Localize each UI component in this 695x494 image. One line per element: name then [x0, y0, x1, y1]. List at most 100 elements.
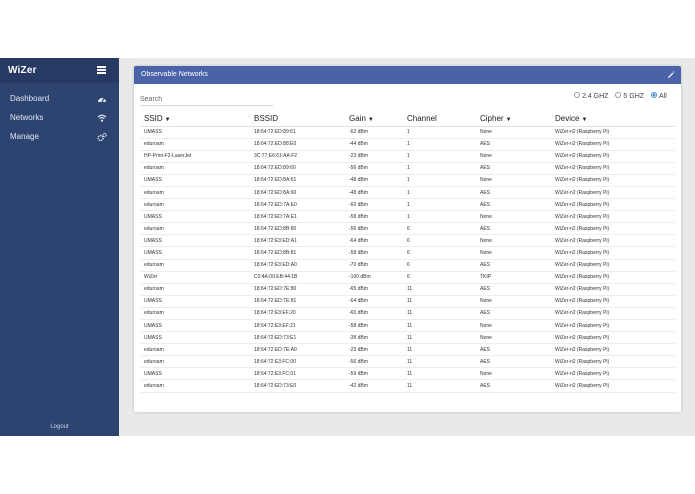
table-row[interactable]: eduroam 18:64:72:ED:88:E0 -44 dBm 1 AES WiZer… — [140, 138, 675, 151]
table-row[interactable]: eduroam 18:64:72:ED:73:E0 -42 dBm 11 AES WiZe… — [140, 379, 675, 393]
cipher-cell: None — [476, 210, 551, 224]
cipher-cell: AES — [476, 259, 551, 272]
table-row[interactable]: eduroam 18:64:72:ED:7E:A0 -23 dBm 11 AES WiZe… — [140, 343, 675, 357]
cipher-cell: None — [476, 234, 551, 248]
table-row[interactable]: eduroam 18:64:72:E3:FC:00 -56 dBm 11 AES WiZe… — [140, 355, 675, 369]
channel-cell: 1 — [403, 150, 476, 163]
table-row[interactable]: eduroam 18:64:72:E3:ED:A0 -70 dBm 6 AES WiZer… — [140, 259, 675, 272]
table-row[interactable]: UMASS 18:64:72:E3:EF:21 -58 dBm 11 None WiZer… — [140, 319, 675, 333]
radio-button[interactable] — [650, 92, 657, 99]
radio-button[interactable] — [615, 92, 622, 99]
gain-cell: -23 dBm — [345, 150, 403, 163]
gain-cell: -65 dBm — [345, 283, 403, 296]
ssid-cell: eduroam — [140, 283, 250, 296]
ssid-cell: UMASS — [140, 126, 250, 139]
table-row[interactable]: UMASS 18:64:72:ED:7A:E1 -58 dBm 1 None WiZer-… — [140, 210, 675, 224]
table-row[interactable]: eduroam 18:64:72:ED:8B:80 -56 dBm 6 AES WiZer… — [140, 222, 675, 236]
column-header-gain[interactable]: Gain ▼ — [345, 111, 403, 127]
sort-down-icon[interactable]: ▼ — [368, 117, 374, 123]
cipher-cell: AES — [476, 138, 551, 151]
channel-cell: 1 — [403, 198, 476, 212]
logout-link[interactable]: Logout — [0, 424, 119, 430]
sidebar-item-label: Networks — [10, 113, 44, 122]
ssid-cell: UMASS — [140, 319, 250, 333]
table-row[interactable]: HP-Print-F2-LaserJet 3C:77:E6:61:AA:F2 -23… — [140, 150, 675, 163]
bssid-cell: 18:64:72:E3:FC:01 — [250, 367, 345, 381]
cipher-cell: AES — [476, 307, 551, 321]
gain-cell: -56 dBm — [345, 162, 403, 175]
band-filter: 2.4 GHZ 5 GHZ All — [574, 92, 672, 103]
device-cell: WiZer-n2 (Raspberry Pi) — [551, 210, 675, 224]
sort-down-icon[interactable]: ▼ — [506, 117, 512, 123]
table-row[interactable]: UMASS 18:64:72:ED:8A:61 -48 dBm 1 None WiZer-… — [140, 174, 675, 187]
sidebar-item-dashboard[interactable]: Dashboard — [0, 91, 119, 109]
ssid-cell: eduroam — [140, 162, 250, 175]
column-header-channel: Channel — [403, 111, 476, 127]
table-body: UMASS 18:64:72:ED:89:61 -62 dBm 1 None WiZer-… — [140, 126, 675, 393]
channel-cell: 6 — [403, 234, 476, 248]
channel-cell: 1 — [403, 162, 476, 175]
magic-wand-icon[interactable] — [667, 70, 676, 79]
column-header-cipher[interactable]: Cipher ▼ — [476, 111, 551, 127]
ssid-cell: UMASS — [140, 295, 250, 308]
ssid-cell: eduroam — [140, 198, 250, 212]
table-row[interactable]: eduroam 18:64:72:ED:8A:60 -48 dBm 1 AES WiZer… — [140, 186, 675, 200]
sort-down-icon[interactable]: ▼ — [581, 117, 587, 123]
device-cell: WiZer-n2 (Raspberry Pi) — [551, 319, 675, 333]
sidebar-item-networks[interactable]: Networks — [0, 110, 119, 128]
device-cell: WiZer-n2 (Raspberry Pi) — [551, 150, 675, 163]
table-row[interactable]: UMASS 18:64:72:ED:7E:81 -64 dBm 11 None WiZer… — [140, 295, 675, 308]
gain-cell: -58 dBm — [345, 210, 403, 224]
table-row[interactable]: UMASS 18:64:72:ED:73:E1 -38 dBm 11 None WiZer… — [140, 331, 675, 345]
bssid-cell: 18:64:72:ED:7E:A0 — [250, 343, 345, 357]
table-row[interactable]: UMASS 18:64:72:E3:FC:01 -59 dBm 11 None WiZer… — [140, 367, 675, 381]
channel-cell: 11 — [403, 295, 476, 308]
sort-down-icon[interactable]: ▼ — [165, 117, 171, 123]
gain-cell: -64 dBm — [345, 234, 403, 248]
band-option-2-4-ghz[interactable]: 2.4 GHZ — [574, 92, 608, 100]
channel-cell: 11 — [403, 331, 476, 345]
column-header-ssid[interactable]: SSID ▼ — [140, 111, 250, 127]
table-row[interactable]: eduroam 18:64:72:E3:EF:20 -60 dBm 11 AES WiZe… — [140, 307, 675, 321]
cipher-cell: None — [476, 246, 551, 260]
column-label: Gain — [349, 113, 366, 123]
hamburger-menu-icon[interactable] — [97, 66, 106, 74]
ssid-cell: eduroam — [140, 343, 250, 357]
cipher-cell: AES — [476, 283, 551, 296]
device-cell: WiZer-n2 (Raspberry Pi) — [551, 367, 675, 381]
ssid-cell: UMASS — [140, 174, 250, 187]
device-cell: WiZer-n2 (Raspberry Pi) — [551, 283, 675, 296]
device-cell: WiZer-n2 (Raspberry Pi) — [551, 331, 675, 345]
channel-cell: 11 — [403, 307, 476, 321]
bssid-cell: 18:64:72:ED:8B:80 — [250, 222, 345, 236]
channel-cell: 11 — [403, 319, 476, 333]
device-cell: WiZer-n2 (Raspberry Pi) — [551, 186, 675, 200]
band-option-5-ghz[interactable]: 5 GHZ — [615, 92, 644, 100]
table-row[interactable]: UMASS 18:64:72:ED:89:61 -62 dBm 1 None WiZer-… — [140, 126, 675, 139]
sidebar-item-manage[interactable]: Manage — [0, 129, 119, 147]
cipher-cell: None — [476, 295, 551, 308]
band-option-all[interactable]: All — [650, 92, 667, 100]
table-row[interactable]: eduroam 18:64:72:ED:89:60 -56 dBm 1 AES WiZer… — [140, 162, 675, 175]
gain-cell: -64 dBm — [345, 295, 403, 308]
channel-cell: 11 — [403, 367, 476, 381]
search-input[interactable] — [140, 93, 273, 106]
table-row[interactable]: eduroam 18:64:72:ED:7E:80 -65 dBm 11 AES WiZe… — [140, 283, 675, 296]
table-row[interactable]: UMASS 18:64:72:E3:ED:A1 -64 dBm 6 None WiZer-… — [140, 234, 675, 248]
table-row[interactable]: UMASS 18:64:72:ED:8B:81 -58 dBm 6 None WiZer-… — [140, 246, 675, 260]
bssid-cell: 18:64:72:E3:EF:21 — [250, 319, 345, 333]
ssid-cell: eduroam — [140, 307, 250, 321]
table-row[interactable]: eduroam 18:64:72:ED:7A:E0 -60 dBm 1 AES WiZer… — [140, 198, 675, 212]
ssid-cell: UMASS — [140, 210, 250, 224]
column-header-device[interactable]: Device ▼ — [551, 111, 675, 127]
device-cell: WiZer-n2 (Raspberry Pi) — [551, 234, 675, 248]
gain-cell: -38 dBm — [345, 331, 403, 345]
gain-cell: -23 dBm — [345, 343, 403, 357]
bssid-cell: 18:64:72:E3:EF:20 — [250, 307, 345, 321]
ssid-cell: eduroam — [140, 222, 250, 236]
table-row[interactable]: WiZer C0:4A:00:EB:44:1B -100 dBm 6 TKIP WiZer… — [140, 271, 675, 284]
radio-button[interactable] — [574, 92, 580, 99]
gain-cell: -56 dBm — [345, 222, 403, 236]
bssid-cell: 18:64:72:ED:8A:60 — [250, 186, 345, 200]
sidebar-header: WiZer — [0, 58, 119, 83]
